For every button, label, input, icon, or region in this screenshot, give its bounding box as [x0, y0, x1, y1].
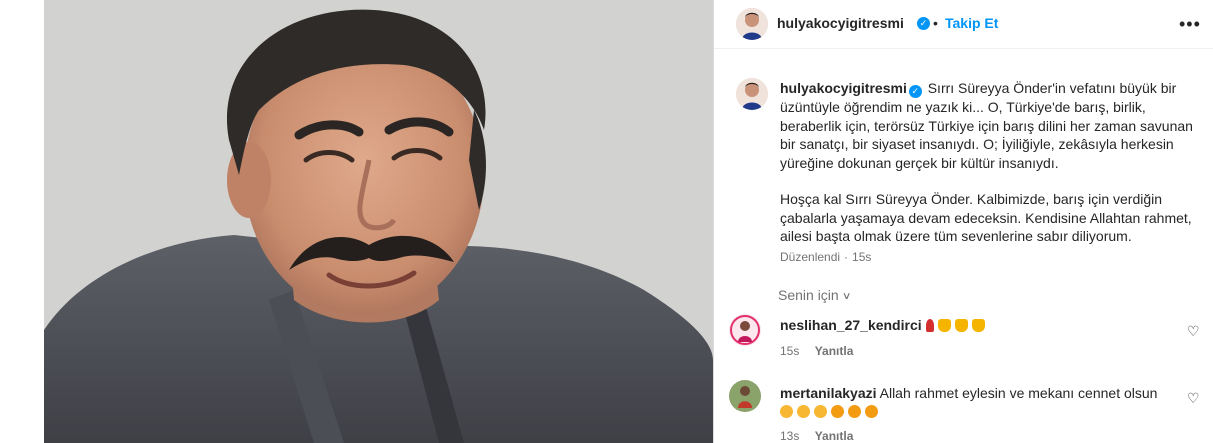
- comment-2-meta: 13s Yanıtla: [780, 429, 857, 443]
- sad-face-emoji-icon: [831, 405, 844, 418]
- follow-button[interactable]: Takip Et: [945, 15, 998, 31]
- for-you-filter[interactable]: Senin için ∨: [778, 287, 852, 303]
- comment-2-like-heart-icon[interactable]: ♡: [1187, 390, 1200, 407]
- edited-label: Düzenlendi: [780, 250, 841, 264]
- caption-verified-badge-icon: ✓: [908, 85, 922, 98]
- crying-face-emoji-icon: [814, 405, 827, 418]
- comment-1-like-heart-icon[interactable]: ♡: [1187, 323, 1200, 340]
- post-caption: hulyakocyigitresmi ✓ Sırrı Süreyya Önder'…: [780, 79, 1200, 246]
- post-header: hulyakocyigitresmi ✓ • Takip Et •••: [714, 0, 1213, 49]
- caption-time[interactable]: 15s: [852, 250, 871, 264]
- caption-avatar-image: [736, 78, 768, 110]
- comment-2-time[interactable]: 13s: [780, 429, 799, 443]
- commenter-avatar-2-image: [729, 380, 761, 412]
- comment-1-username[interactable]: neslihan_27_kendirci: [780, 317, 922, 333]
- post-side-panel: hulyakocyigitresmi ✓ • Takip Et ••• huly…: [714, 0, 1213, 443]
- header-separator: •: [933, 15, 938, 31]
- caption-avatar[interactable]: [736, 78, 768, 110]
- more-options-icon[interactable]: •••: [1179, 14, 1201, 35]
- comment-1-reply-button[interactable]: Yanıtla: [815, 344, 854, 358]
- commenter-avatar-1[interactable]: [729, 314, 761, 346]
- commenter-avatar-2[interactable]: [729, 380, 761, 412]
- comment-1: neslihan_27_kendirci: [780, 316, 989, 334]
- comment-1-meta: 15s Yanıtla: [780, 344, 857, 358]
- folded-hands-emoji-icon: [971, 319, 985, 332]
- comment-2: mertanilakyazi Allah rahmet eylesin ve m…: [780, 384, 1180, 420]
- commenter-avatar-1-image: [729, 314, 761, 346]
- sad-face-emoji-icon: [865, 405, 878, 418]
- folded-hands-emoji-icon: [954, 319, 968, 332]
- comment-2-text: Allah rahmet eylesin ve mekanı cennet ol…: [879, 385, 1158, 401]
- chevron-down-icon: ∨: [841, 291, 852, 302]
- author-avatar[interactable]: [736, 8, 768, 40]
- author-avatar-image: [736, 8, 768, 40]
- comment-2-reply-button[interactable]: Yanıtla: [815, 429, 854, 443]
- comment-1-time[interactable]: 15s: [780, 344, 799, 358]
- meta-separator: ·: [844, 250, 849, 264]
- caption-paragraph-2: Hoşça kal Sırrı Süreyya Önder. Kalbimizd…: [780, 191, 1192, 244]
- crying-face-emoji-icon: [797, 405, 810, 418]
- post-image[interactable]: [44, 0, 713, 443]
- crying-face-emoji-icon: [780, 405, 793, 418]
- author-username[interactable]: hulyakocyigitresmi: [777, 15, 904, 31]
- comment-2-username[interactable]: mertanilakyazi: [780, 385, 877, 401]
- for-you-label: Senin için: [778, 287, 839, 303]
- caption-paragraph-1: hulyakocyigitresmi ✓ Sırrı Süreyya Önder'…: [780, 79, 1200, 172]
- folded-hands-emoji-icon: [937, 319, 951, 332]
- verified-badge-icon: ✓: [917, 17, 930, 30]
- caption-meta: Düzenlendi · 15s: [780, 250, 875, 264]
- sad-face-emoji-icon: [848, 405, 861, 418]
- portrait-photo: [44, 0, 713, 443]
- caption-username[interactable]: hulyakocyigitresmi: [780, 80, 907, 96]
- rose-emoji-icon: [925, 319, 934, 332]
- left-margin: [0, 0, 44, 443]
